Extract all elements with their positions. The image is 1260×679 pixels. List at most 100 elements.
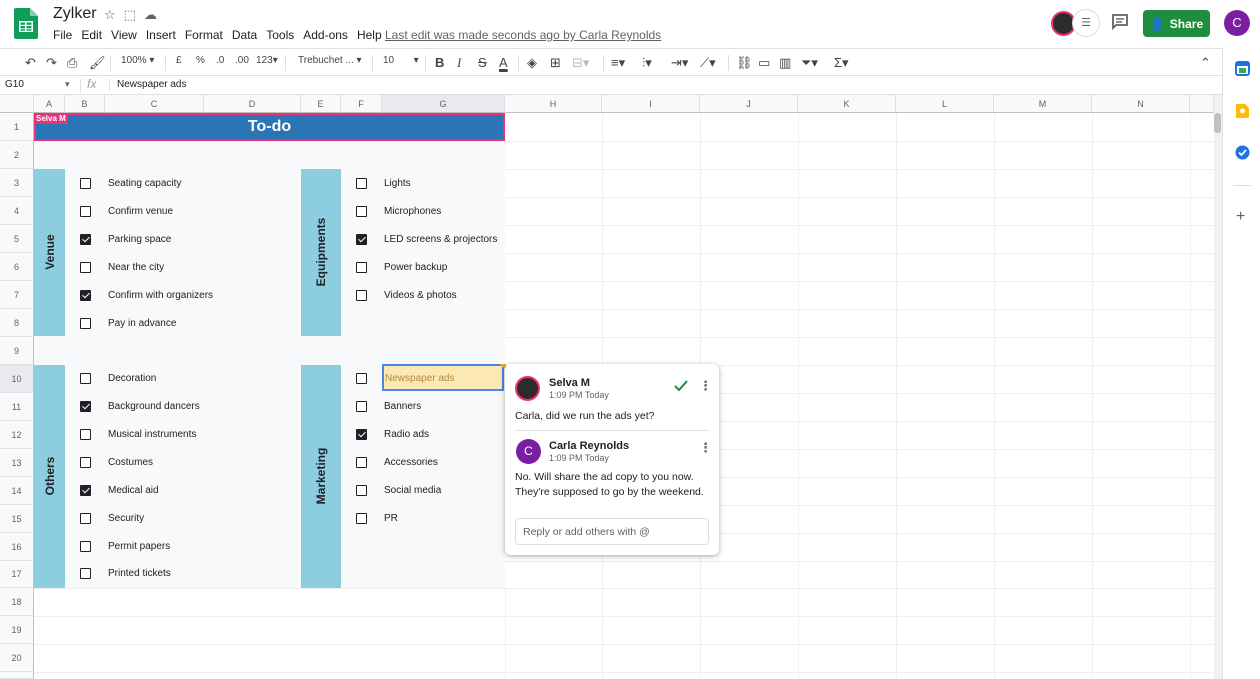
task-label[interactable]: Microphones <box>384 206 441 217</box>
task-checkbox[interactable] <box>356 290 367 301</box>
cloud-saved-icon[interactable]: ☁ <box>144 7 157 23</box>
task-checkbox[interactable] <box>356 206 367 217</box>
filter-icon[interactable]: ⏷▾ <box>801 55 818 71</box>
more-options-icon[interactable]: ⋮ <box>699 440 712 456</box>
more-options-icon[interactable]: ⋮ <box>699 378 712 394</box>
increase-decimal-button[interactable]: .00 <box>235 55 249 66</box>
row-header[interactable]: 14 <box>0 477 34 505</box>
name-box[interactable]: G10 <box>5 79 24 90</box>
row-header[interactable]: 18 <box>0 588 34 616</box>
task-label[interactable]: Banners <box>384 401 421 412</box>
task-checkbox[interactable] <box>80 541 91 552</box>
column-header[interactable]: J <box>700 95 798 113</box>
menu-add-ons[interactable]: Add-ons <box>303 28 348 42</box>
move-to-drive-icon[interactable]: ⬚ <box>124 7 136 23</box>
redo-icon[interactable]: ↷ <box>46 55 57 71</box>
column-header[interactable]: M <box>994 95 1092 113</box>
name-box-dropdown-icon[interactable]: ▾ <box>65 79 70 90</box>
menu-help[interactable]: Help <box>357 28 382 42</box>
keep-icon[interactable] <box>1235 103 1250 119</box>
undo-icon[interactable]: ↶ <box>25 55 36 71</box>
percent-button[interactable]: % <box>196 55 205 66</box>
menu-tools[interactable]: Tools <box>266 28 294 42</box>
task-label[interactable]: Near the city <box>108 262 164 273</box>
task-checkbox[interactable] <box>80 290 91 301</box>
task-label[interactable]: Confirm with organizers <box>108 290 213 301</box>
column-header[interactable]: G <box>382 95 505 113</box>
task-label[interactable]: Security <box>108 513 144 524</box>
bold-button[interactable]: B <box>435 55 444 70</box>
more-formats-select[interactable]: 123▾ <box>256 55 278 66</box>
last-edit-link[interactable]: Last edit was made seconds ago by Carla … <box>385 28 661 42</box>
task-label[interactable]: Decoration <box>108 373 156 384</box>
borders-icon[interactable]: ⊞ <box>550 55 561 71</box>
task-checkbox[interactable] <box>356 513 367 524</box>
task-checkbox[interactable] <box>356 401 367 412</box>
column-header[interactable]: N <box>1092 95 1190 113</box>
column-header[interactable]: L <box>896 95 994 113</box>
row-header[interactable]: 2 <box>0 141 34 169</box>
star-icon[interactable]: ☆ <box>104 7 116 23</box>
italic-button[interactable]: I <box>457 55 461 71</box>
task-checkbox[interactable] <box>356 485 367 496</box>
currency-button[interactable]: £ <box>176 55 182 66</box>
task-label[interactable]: Medical aid <box>108 485 159 496</box>
column-header[interactable]: A <box>34 95 65 113</box>
task-checkbox[interactable] <box>356 178 367 189</box>
column-header[interactable]: K <box>798 95 896 113</box>
text-color-button[interactable]: A <box>499 55 508 70</box>
row-header[interactable]: 5 <box>0 225 34 253</box>
menu-view[interactable]: View <box>111 28 137 42</box>
row-header[interactable]: 11 <box>0 393 34 421</box>
task-checkbox[interactable] <box>356 262 367 273</box>
select-all-corner[interactable] <box>0 95 34 113</box>
row-header[interactable]: 13 <box>0 449 34 477</box>
task-checkbox[interactable] <box>80 178 91 189</box>
insert-chart-icon[interactable]: ▥ <box>779 55 791 71</box>
task-label[interactable]: Power backup <box>384 262 447 273</box>
comment-thread-card[interactable]: Selva M 1:09 PM Today ⋮ Carla, did we ru… <box>505 364 719 555</box>
column-header[interactable]: D <box>204 95 301 113</box>
column-header[interactable]: I <box>602 95 700 113</box>
task-label[interactable]: Printed tickets <box>108 568 171 579</box>
task-label[interactable]: Radio ads <box>384 429 429 440</box>
row-header[interactable]: 15 <box>0 505 34 533</box>
collapse-menus-icon[interactable]: ⌃ <box>1200 55 1211 71</box>
column-header[interactable]: E <box>301 95 341 113</box>
task-label[interactable]: Permit papers <box>108 541 170 552</box>
align-horizontal-icon[interactable]: ≡▾ <box>611 55 625 71</box>
task-label[interactable]: Pay in advance <box>108 318 176 329</box>
row-header[interactable]: 16 <box>0 533 34 561</box>
task-checkbox[interactable] <box>80 513 91 524</box>
formula-input[interactable]: Newspaper ads <box>117 79 186 90</box>
menu-format[interactable]: Format <box>185 28 223 42</box>
task-checkbox[interactable] <box>80 429 91 440</box>
task-checkbox[interactable] <box>80 568 91 579</box>
row-header[interactable]: 19 <box>0 616 34 644</box>
task-checkbox[interactable] <box>80 262 91 273</box>
task-label[interactable]: Lights <box>384 178 411 189</box>
task-checkbox[interactable] <box>80 485 91 496</box>
fill-color-icon[interactable]: ◈ <box>527 55 537 71</box>
document-title[interactable]: Zylker <box>53 5 97 23</box>
text-rotation-icon[interactable]: ⟋▾ <box>700 55 716 71</box>
column-header[interactable]: F <box>341 95 382 113</box>
row-header[interactable]: 4 <box>0 197 34 225</box>
task-label[interactable]: Accessories <box>384 457 438 468</box>
reply-input[interactable]: Reply or add others with @ <box>515 518 709 545</box>
menu-file[interactable]: File <box>53 28 72 42</box>
add-ons-plus-icon[interactable]: + <box>1236 208 1245 226</box>
row-header[interactable]: 1 <box>0 113 34 141</box>
row-header[interactable]: 17 <box>0 561 34 588</box>
menu-edit[interactable]: Edit <box>81 28 102 42</box>
task-label[interactable]: Social media <box>384 485 441 496</box>
row-header[interactable]: 12 <box>0 421 34 449</box>
print-icon[interactable]: ⎙ <box>67 55 77 71</box>
font-select[interactable]: Trebuchet ... ▾ <box>298 55 362 66</box>
task-checkbox[interactable] <box>80 318 91 329</box>
task-label[interactable]: Costumes <box>108 457 153 468</box>
task-label[interactable]: Background dancers <box>108 401 200 412</box>
sheets-logo-icon[interactable] <box>14 8 38 39</box>
task-label[interactable]: Parking space <box>108 234 171 245</box>
task-checkbox[interactable] <box>80 206 91 217</box>
